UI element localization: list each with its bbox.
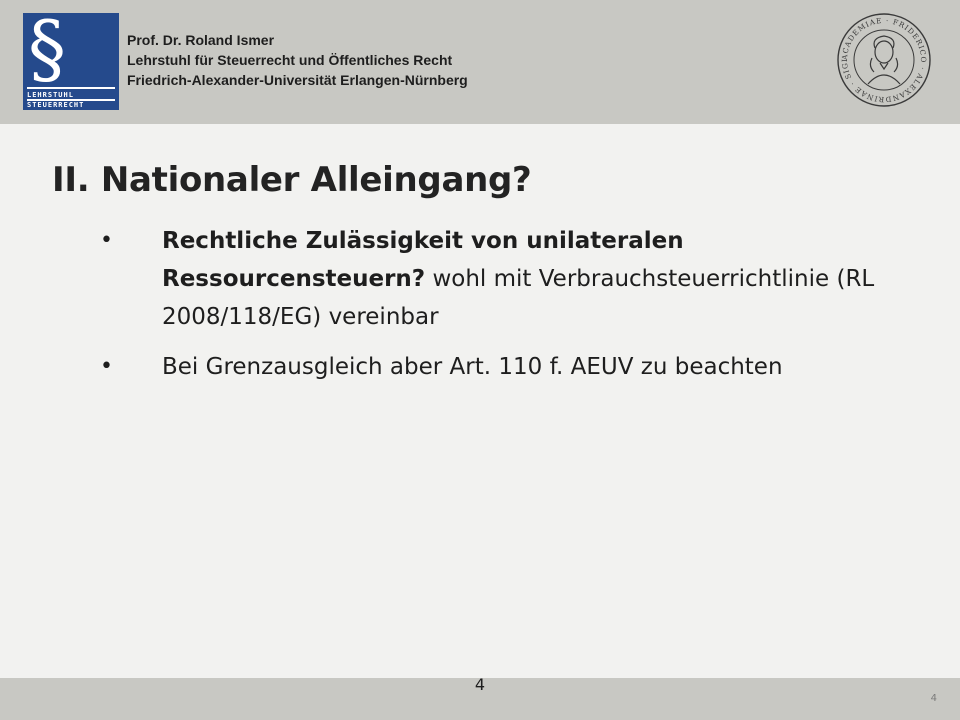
university-name: Friedrich-Alexander-Universität Erlangen… bbox=[127, 72, 468, 88]
header-band: § LEHRSTUHL STEUERRECHT Prof. Dr. Roland… bbox=[0, 0, 960, 124]
bullet-text: Bei Grenzausgleich aber Art. 110 f. AEUV… bbox=[162, 354, 783, 380]
chair-name: Lehrstuhl für Steuerrecht und Öffentlich… bbox=[127, 52, 453, 68]
bullet-dot-icon: • bbox=[100, 228, 113, 253]
bullet-item: • Rechtliche Zulässigkeit von unilateral… bbox=[100, 222, 920, 336]
logo-text-line1: LEHRSTUHL bbox=[27, 91, 74, 99]
logo-divider bbox=[27, 87, 115, 89]
bullet-dot-icon: • bbox=[100, 354, 113, 379]
chair-logo: § LEHRSTUHL STEUERRECHT bbox=[23, 13, 119, 110]
logo-text-line2: STEUERRECHT bbox=[27, 101, 85, 109]
page-number: 4 bbox=[474, 675, 486, 694]
bullet-item: • Bei Grenzausgleich aber Art. 110 f. AE… bbox=[100, 348, 920, 386]
slide-title: II. Nationaler Alleingang? bbox=[52, 160, 532, 200]
university-seal-icon: ACADEMIAE · FRIDERICO · ALEXANDRINAE · S… bbox=[836, 12, 931, 107]
professor-name: Prof. Dr. Roland Ismer bbox=[127, 32, 275, 48]
paragraph-sign-icon: § bbox=[28, 13, 66, 93]
bullet-list: • Rechtliche Zulässigkeit von unilateral… bbox=[100, 222, 920, 398]
page-number-small: 4 bbox=[930, 693, 937, 704]
header-text: Prof. Dr. Roland Ismer Lehrstuhl für Ste… bbox=[127, 30, 468, 90]
